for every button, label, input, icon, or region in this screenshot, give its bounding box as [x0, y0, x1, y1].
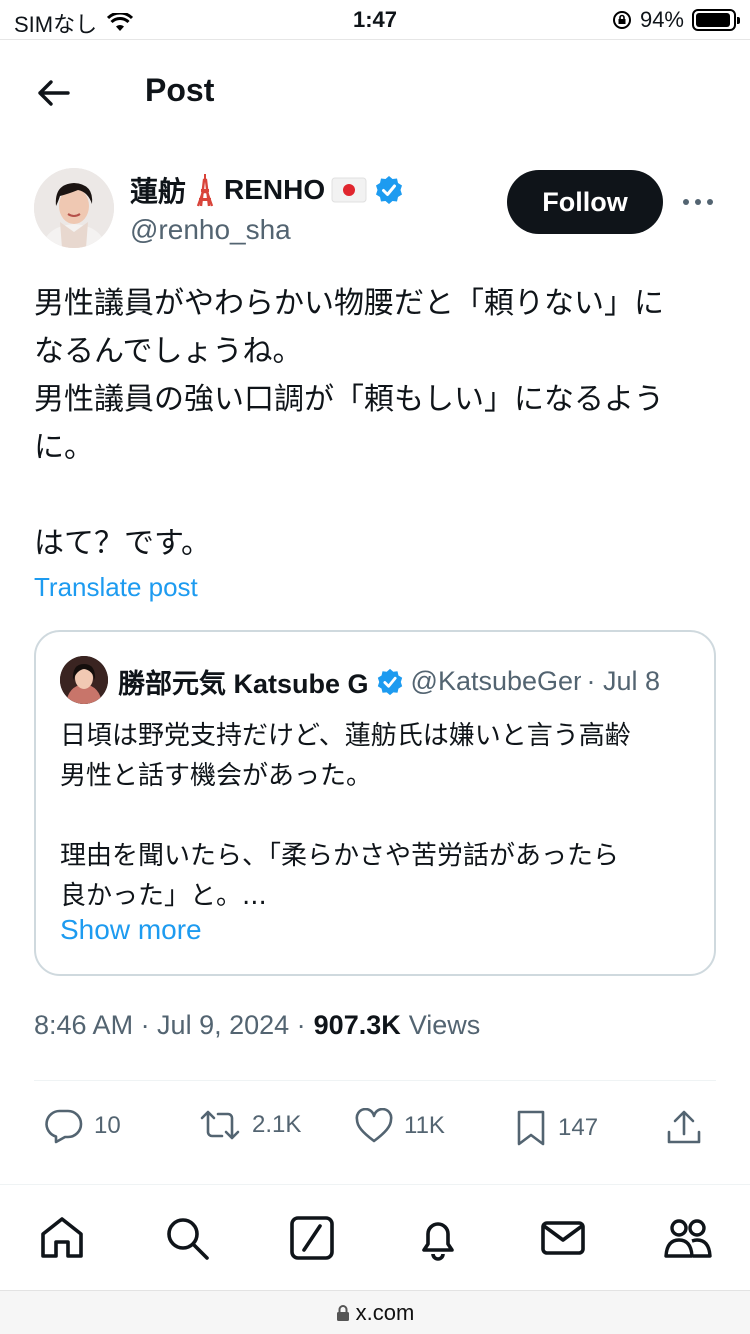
grok-icon — [290, 1216, 334, 1260]
post-line: に。 — [34, 430, 94, 465]
share-icon — [667, 1110, 701, 1144]
battery-percent: 94% — [639, 7, 684, 32]
follow-button[interactable]: Follow — [507, 170, 663, 234]
post-timestamp[interactable]: 8:46 AM · Jul 9, 2024 · — [34, 1010, 306, 1041]
nav-home[interactable] — [37, 1213, 87, 1263]
bookmark-icon — [517, 1110, 545, 1146]
avatar[interactable] — [34, 168, 114, 248]
header: Post — [0, 40, 750, 146]
nav-search[interactable] — [162, 1213, 212, 1263]
back-button[interactable] — [34, 76, 74, 110]
repost-count: 2.1K — [252, 1111, 302, 1138]
url-domain: x.com — [355, 1299, 415, 1325]
quoted-line: 男性と話す機会があった。 — [60, 761, 373, 791]
url-bar[interactable]: x.com — [0, 1290, 750, 1334]
author-name-suffix[interactable]: RENHO — [224, 174, 325, 206]
like-count: 11K — [404, 1112, 445, 1139]
nav-messages[interactable] — [538, 1213, 588, 1263]
quoted-header: 勝部元気 Katsube G @KatsubeGenki · Jul 8 — [118, 662, 692, 701]
more-dots-icon — [683, 199, 713, 205]
nav-communities[interactable] — [663, 1213, 713, 1263]
author-handle[interactable]: @renho_sha — [130, 214, 291, 246]
author-name-row: 蓮舫 RENHO — [130, 170, 405, 210]
battery-fill — [696, 13, 730, 27]
heart-icon — [355, 1108, 393, 1143]
nav-notifications[interactable] — [413, 1213, 463, 1263]
tokyo-tower-icon — [196, 174, 214, 207]
translate-post-link[interactable]: Translate post — [34, 572, 198, 603]
quoted-author-handle: @KatsubeGenki — [410, 666, 581, 696]
reply-icon — [45, 1109, 83, 1144]
reply-button[interactable]: 10 — [44, 1108, 121, 1144]
more-options-button[interactable] — [680, 184, 716, 220]
quoted-line: 理由を聞いたら、「柔らかさや苦労話があったら — [60, 841, 620, 871]
status-right: 94% — [612, 7, 740, 33]
lock-icon — [336, 1304, 349, 1321]
share-button[interactable] — [664, 1108, 704, 1148]
quoted-date: · Jul 8 — [586, 666, 661, 696]
quoted-post[interactable]: 勝部元気 Katsube G @KatsubeGenki · Jul 8 日頃は… — [34, 630, 716, 976]
post-author: 蓮舫 RENHO @renho_sha Follow — [34, 168, 716, 252]
verified-badge-icon — [376, 176, 403, 204]
quoted-line: 良かった」と。... — [60, 881, 267, 911]
nav-grok[interactable] — [287, 1213, 337, 1263]
post-line: なるんでしょうね。 — [34, 334, 303, 369]
divider — [34, 1080, 716, 1081]
views-count: 907.3K — [313, 1010, 401, 1040]
post-line: 男性議員がやわらかい物腰だと「頼りない」に — [34, 286, 664, 321]
back-arrow-icon — [38, 80, 70, 106]
quoted-line: 日頃は野党支持だけど、蓮舫氏は嫌いと言う高齢 — [60, 721, 631, 751]
bookmark-button[interactable]: 147 — [514, 1108, 598, 1148]
quoted-blank-line — [60, 796, 694, 836]
repost-icon — [200, 1110, 240, 1140]
search-icon — [167, 1218, 209, 1260]
mail-icon — [541, 1221, 585, 1255]
bottom-nav — [0, 1184, 750, 1290]
quoted-verified-badge-icon — [377, 668, 402, 695]
quoted-author-name: 勝部元気 Katsube G — [118, 669, 369, 699]
quoted-avatar — [60, 656, 108, 704]
orientation-lock-icon — [612, 11, 631, 29]
like-button[interactable]: 11K — [354, 1108, 445, 1144]
bell-icon — [422, 1222, 454, 1261]
communities-icon — [664, 1219, 712, 1258]
quoted-avatar-image — [60, 656, 108, 704]
post-text: 男性議員がやわらかい物腰だと「頼りない」に なるんでしょうね。 男性議員の強い口… — [34, 280, 716, 568]
action-bar: 10 2.1K 11K 147 — [34, 1098, 716, 1162]
show-more-link[interactable]: Show more — [60, 914, 202, 946]
author-name[interactable]: 蓮舫 — [130, 170, 186, 210]
status-bar: SIMなし 1:47 94% — [0, 0, 750, 40]
page-title: Post — [145, 72, 215, 108]
battery-icon — [692, 9, 740, 31]
bookmark-count: 147 — [558, 1114, 599, 1141]
japan-flag-icon — [331, 177, 367, 203]
reply-count: 10 — [94, 1112, 121, 1139]
views-label: Views — [408, 1010, 481, 1040]
home-icon — [41, 1217, 83, 1258]
repost-button[interactable]: 2.1K — [198, 1108, 301, 1142]
author-avatar-image — [34, 168, 114, 248]
post-line: はて？です。 — [34, 526, 211, 561]
post-meta: 8:46 AM · Jul 9, 2024 · 907.3K Views — [34, 1010, 480, 1041]
quoted-text: 日頃は野党支持だけど、蓮舫氏は嫌いと言う高齢 男性と話す機会があった。 理由を聞… — [60, 716, 694, 916]
post-line: 男性議員の強い口調が「頼もしい」になるよう — [34, 382, 664, 417]
